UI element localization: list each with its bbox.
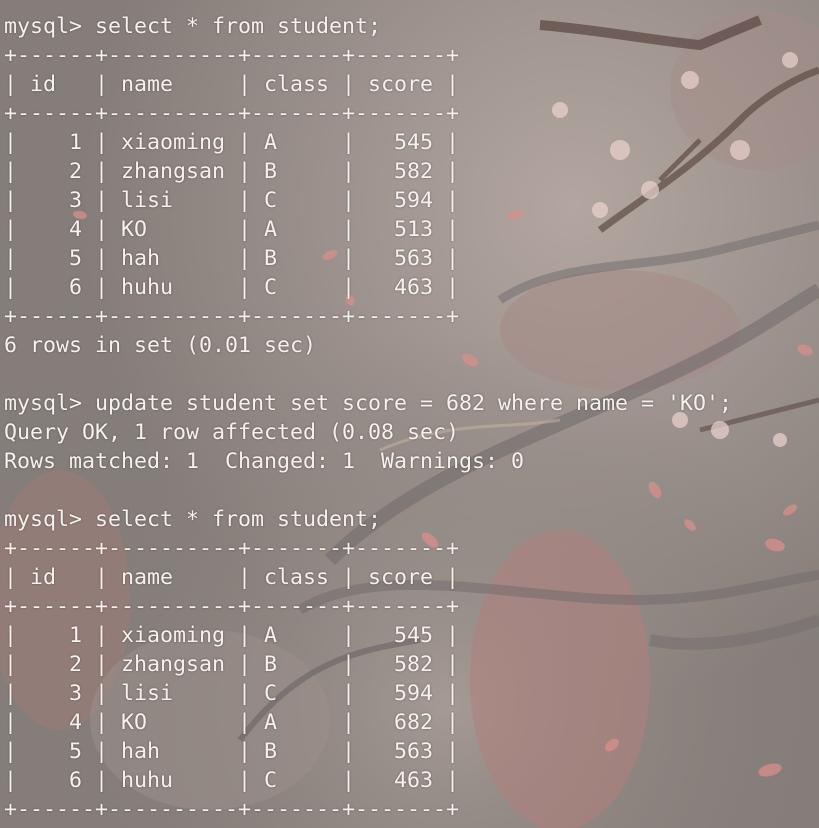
terminal-line: | 4 | KO | A | 513 | [4,217,460,242]
terminal-line: | 4 | KO | A | 682 | [4,710,460,735]
terminal-line: | 1 | xiaoming | A | 545 | [4,130,460,155]
terminal-line: mysql> update student set score = 682 wh… [4,391,733,416]
terminal-line: | 3 | lisi | C | 594 | [4,188,460,213]
terminal-line: | id | name | class | score | [4,565,460,590]
terminal-line: | 5 | hah | B | 563 | [4,739,460,764]
terminal-line: +------+----------+-------+-------+ [4,594,460,619]
terminal-line: Rows matched: 1 Changed: 1 Warnings: 0 [4,449,525,474]
terminal-line: +------+----------+-------+-------+ [4,536,460,561]
terminal-line: Query OK, 1 row affected (0.08 sec) [4,420,460,445]
terminal-line: | 6 | huhu | C | 463 | [4,768,460,793]
terminal-line: | 5 | hah | B | 563 | [4,246,460,271]
terminal-line: +------+----------+-------+-------+ [4,304,460,329]
terminal-line: mysql> select * from student; [4,14,382,39]
terminal-line: 6 rows in set (0.01 sec) [4,333,317,358]
terminal-line: +------+----------+-------+-------+ [4,101,460,126]
terminal-line: | 2 | zhangsan | B | 582 | [4,652,460,677]
terminal-output[interactable]: mysql> select * from student; +------+---… [4,12,819,828]
terminal-line: mysql> select * from student; [4,507,382,532]
terminal-line: +------+----------+-------+-------+ [4,43,460,68]
terminal-line: | 6 | huhu | C | 463 | [4,275,460,300]
terminal-line: | 2 | zhangsan | B | 582 | [4,159,460,184]
terminal-line: | 3 | lisi | C | 594 | [4,681,460,706]
terminal-line: | id | name | class | score | [4,72,460,97]
terminal-line: +------+----------+-------+-------+ [4,797,460,822]
terminal-line: | 1 | xiaoming | A | 545 | [4,623,460,648]
